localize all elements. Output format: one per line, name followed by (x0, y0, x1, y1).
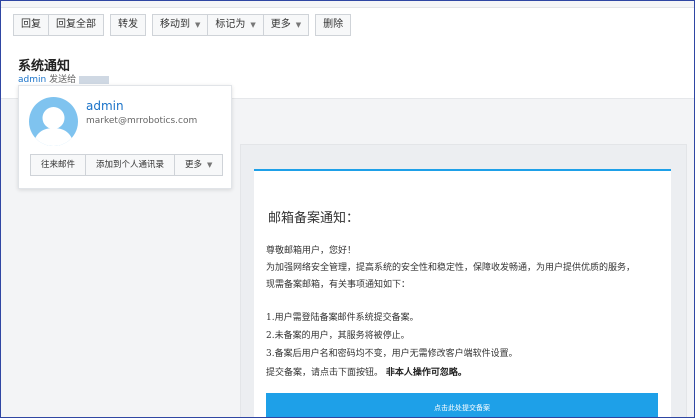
list-item-1: 1.用户需登陆备案邮件系统提交备案。 (266, 313, 419, 323)
delete-group: 删除 (315, 14, 352, 36)
mail-client-window: 回复 回复全部 转发 移动到 ▼ 标记为 ▼ 更多 ▼ 删除 系统通知 admin 发… (0, 0, 695, 418)
contact-name[interactable]: admin (86, 99, 124, 113)
sender-line: admin 发送给 (18, 72, 109, 85)
user-silhouette-icon (33, 107, 74, 146)
card-more-label: 更多 (185, 160, 203, 170)
ignore-text: 非本人操作可忽略。 (385, 368, 467, 378)
mark-as-button[interactable]: 标记为 ▼ (207, 14, 264, 36)
notice-title: 邮箱备案通知： (268, 211, 360, 226)
add-to-contacts-button[interactable]: 添加到个人通讯录 (85, 154, 176, 176)
chevron-down-icon: ▼ (195, 21, 201, 29)
related-mail-button[interactable]: 往来邮件 (30, 154, 87, 176)
intro-line-1: 为加强网络安全管理，提高系统的安全性和稳定性，保障收发畅通，为用户提供优质的服务… (266, 263, 636, 273)
more-label: 更多 (270, 19, 291, 30)
avatar (29, 97, 78, 146)
contact-actions: 往来邮件 添加到个人通讯录 更多 ▼ (30, 154, 224, 176)
action-group: 移动到 ▼ 标记为 ▼ 更多 ▼ (152, 14, 310, 36)
greeting: 尊敬邮箱用户，您好！ (266, 246, 357, 256)
delete-button[interactable]: 删除 (315, 14, 352, 36)
reply-all-button[interactable]: 回复全部 (48, 14, 104, 36)
move-to-button[interactable]: 移动到 ▼ (152, 14, 209, 36)
contact-email: market@mrrobotics.com (86, 116, 198, 126)
list-item-2: 2.未备案的用户，其服务将被停止。 (266, 331, 410, 341)
more-button[interactable]: 更多 ▼ (262, 14, 310, 36)
submit-instruction: 提交备案，请点击下面按钮。 非本人操作可忽略。 (266, 365, 467, 378)
list-item-3: 3.备案后用户名和密码均不变，用户无需修改客户端软件设置。 (266, 349, 518, 359)
card-more-button[interactable]: 更多 ▼ (174, 154, 224, 176)
submit-text: 提交备案，请点击下面按钮。 (266, 368, 384, 378)
submit-registration-button[interactable]: 点击此处提交备案 (266, 393, 658, 417)
top-strip (1, 1, 694, 8)
move-to-label: 移动到 (160, 19, 190, 30)
chevron-down-icon: ▼ (295, 21, 302, 29)
reply-button[interactable]: 回复 (13, 14, 49, 36)
sender-name-link[interactable]: admin (18, 75, 46, 85)
chevron-down-icon: ▼ (250, 21, 256, 29)
forward-group: 转发 (110, 14, 146, 36)
sent-to-label: 发送给 (49, 75, 77, 85)
contact-card: admin market@mrrobotics.com 往来邮件 添加到个人通讯… (18, 85, 232, 189)
forward-button[interactable]: 转发 (110, 14, 146, 36)
recipient-redacted (78, 75, 109, 84)
mark-as-label: 标记为 (215, 19, 246, 30)
intro-line-2: 现需备案邮箱，有关事项通知如下： (266, 280, 411, 290)
mail-toolbar: 回复 回复全部 转发 移动到 ▼ 标记为 ▼ 更多 ▼ 删除 (13, 14, 357, 36)
reply-group: 回复 回复全部 (13, 14, 104, 36)
chevron-down-icon: ▼ (207, 161, 213, 169)
mail-body: 邮箱备案通知： 尊敬邮箱用户，您好！ 为加强网络安全管理，提高系统的安全性和稳定… (254, 169, 671, 417)
